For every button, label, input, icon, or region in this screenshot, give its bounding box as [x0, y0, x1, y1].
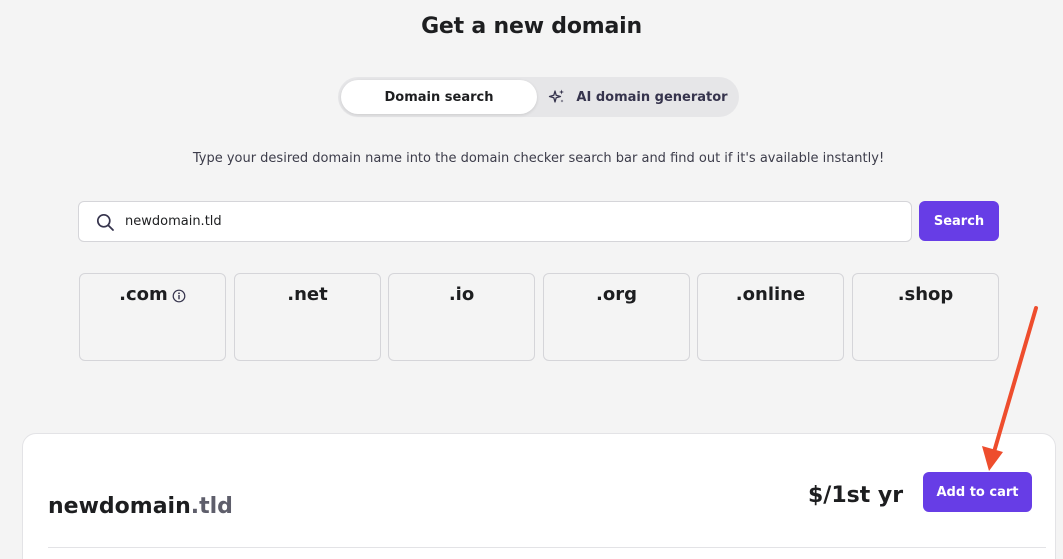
tld-name: .org [544, 284, 689, 305]
tld-label: .com [119, 284, 168, 305]
sparkle-icon [548, 88, 566, 106]
tld-name: .io [389, 284, 534, 305]
tld-card-com[interactable]: .com [79, 273, 226, 361]
result-domain-name: newdomain [48, 494, 191, 519]
search-mode-toggle: Domain search AI domain generator [338, 77, 739, 117]
tld-label: .io [448, 284, 475, 305]
search-icon [96, 213, 115, 236]
tab-domain-search[interactable]: Domain search [341, 80, 537, 114]
tld-name: .online [698, 284, 843, 305]
tld-card-shop[interactable]: .shop [852, 273, 999, 361]
tld-card-org[interactable]: .org [543, 273, 690, 361]
result-domain-tld: .tld [190, 494, 233, 519]
domain-search-input[interactable] [125, 202, 885, 241]
tld-label: .shop [897, 284, 954, 305]
tab-label: Domain search [384, 89, 494, 105]
tld-label: .org [596, 284, 637, 305]
domain-search-box [78, 201, 912, 242]
tld-label: .online [735, 284, 806, 305]
result-price: $/1st yr [808, 483, 904, 508]
tld-name: .net [235, 284, 380, 305]
tld-label: .net [287, 284, 328, 305]
tld-card-net[interactable]: .net [234, 273, 381, 361]
page-title: Get a new domain [421, 14, 642, 39]
tld-card-io[interactable]: .io [388, 273, 535, 361]
add-to-cart-button[interactable]: Add to cart [923, 472, 1032, 512]
divider [48, 547, 1046, 548]
tab-label: AI domain generator [576, 89, 728, 105]
page: Get a new domain Domain search AI domain… [0, 0, 1063, 559]
tld-card-online[interactable]: .online [697, 273, 844, 361]
search-button[interactable]: Search [919, 201, 999, 241]
page-subtitle: Type your desired domain name into the d… [192, 151, 885, 166]
tab-ai-domain-generator[interactable]: AI domain generator [543, 80, 733, 114]
result-domain: newdomain.tld [48, 494, 233, 519]
tld-name: .shop [853, 284, 998, 305]
domain-result-card: newdomain.tld $/1st yr Add to cart [22, 433, 1056, 559]
tld-name: .com [80, 284, 225, 305]
info-icon[interactable] [172, 289, 186, 303]
